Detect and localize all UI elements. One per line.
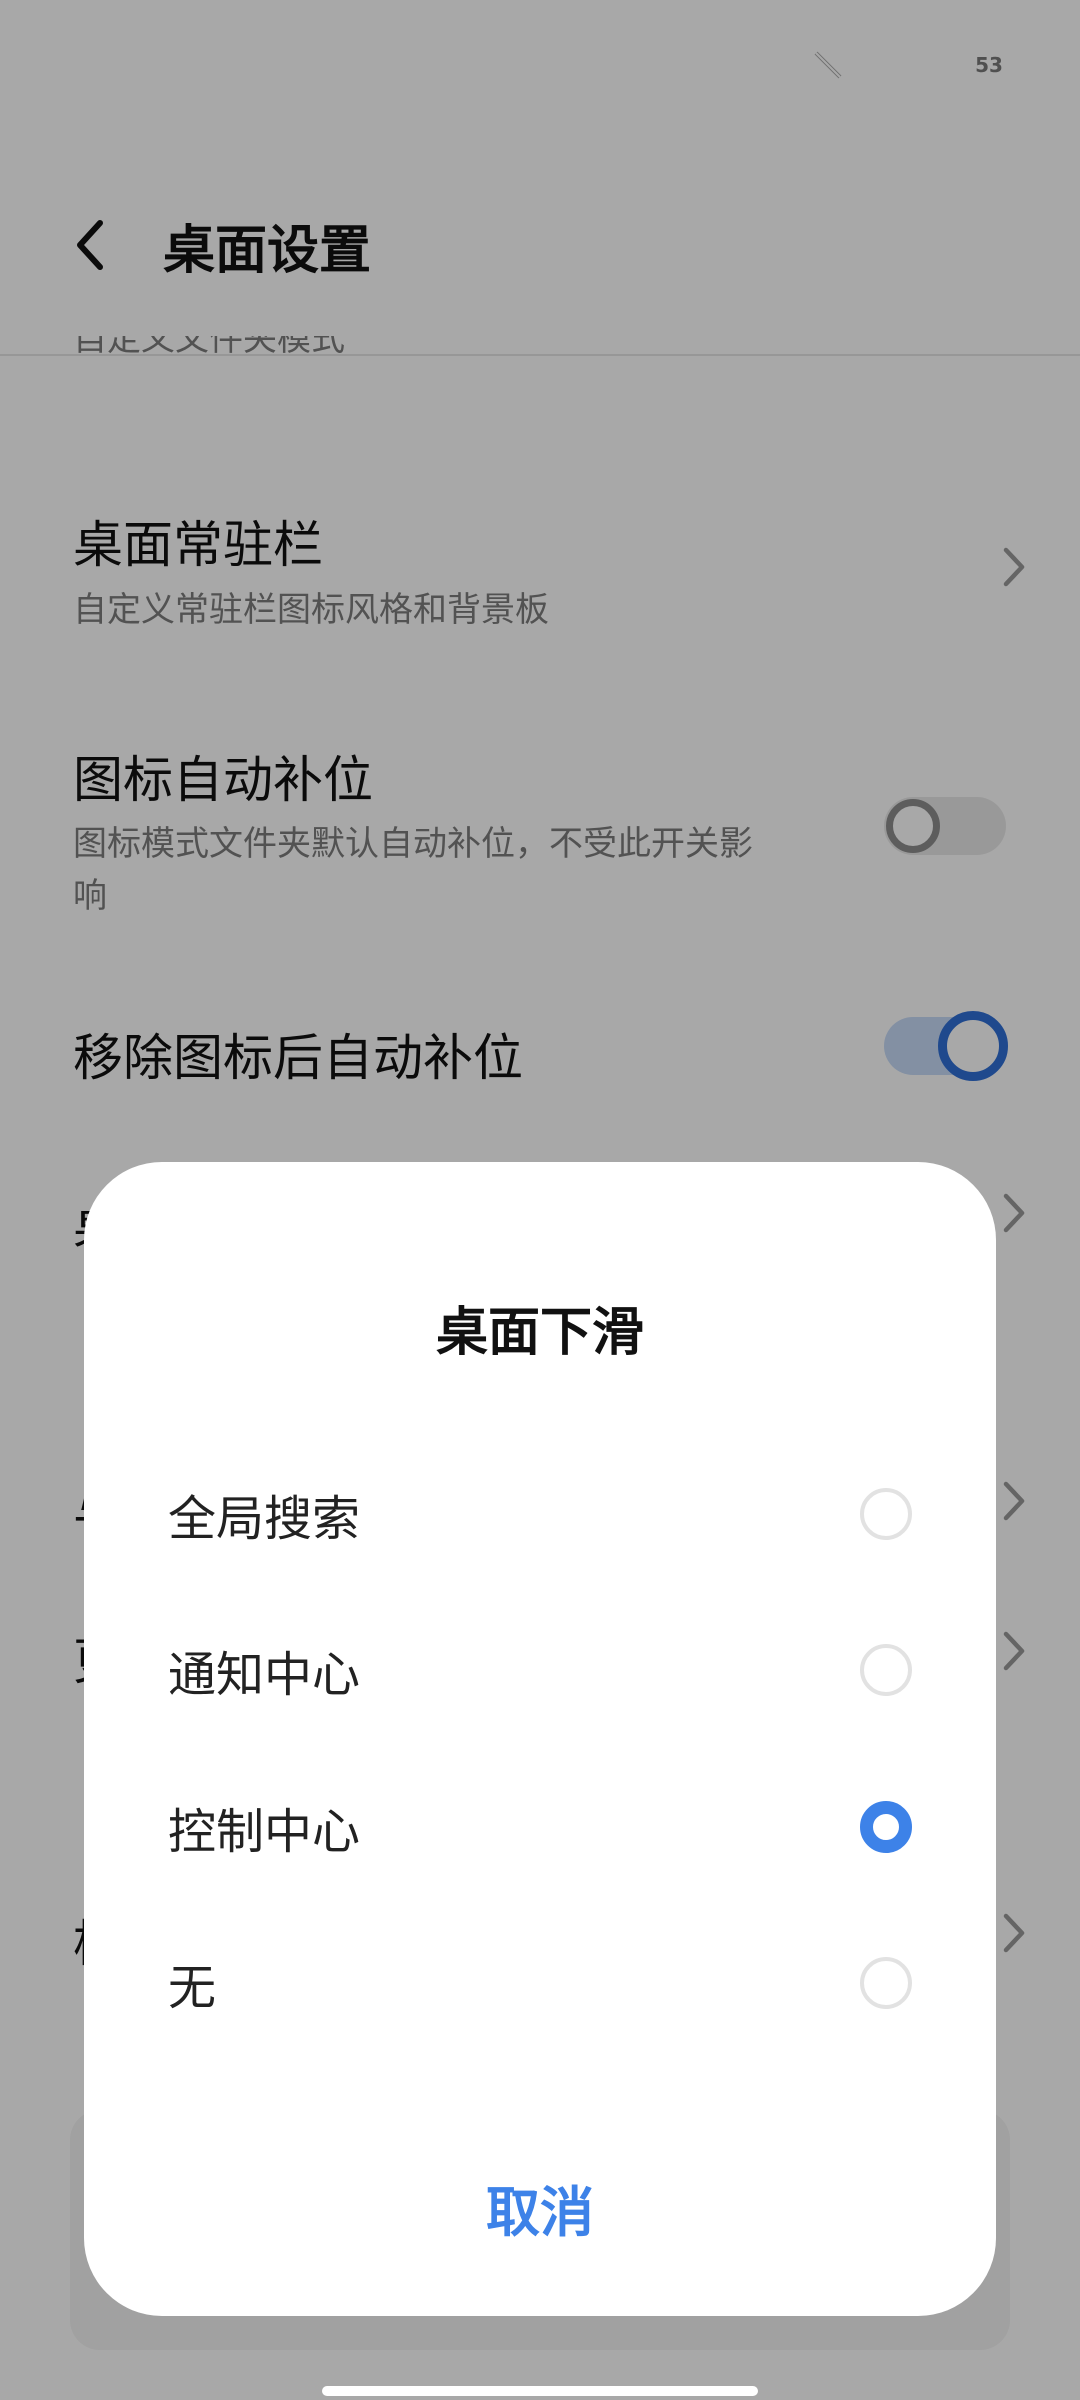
option-none[interactable]: 无 [84, 1908, 996, 2058]
option-control-center[interactable]: 控制中心 [84, 1752, 996, 1902]
home-indicator[interactable] [322, 2386, 758, 2396]
option-label: 控制中心 [168, 1804, 361, 1860]
swipe-down-dialog: 桌面下滑 全局搜索 通知中心 控制中心 无 取消 [84, 1162, 996, 2316]
option-global-search[interactable]: 全局搜索 [84, 1439, 996, 1589]
radio-button[interactable] [860, 1957, 912, 2009]
option-label: 通知中心 [168, 1647, 361, 1703]
option-notification-center[interactable]: 通知中心 [84, 1595, 996, 1745]
option-label: 无 [168, 1960, 217, 2016]
radio-button-selected[interactable] [860, 1801, 912, 1853]
option-label: 全局搜索 [168, 1491, 361, 1547]
radio-button[interactable] [860, 1488, 912, 1540]
radio-button[interactable] [860, 1644, 912, 1696]
dialog-title: 桌面下滑 [435, 1303, 644, 1363]
cancel-button[interactable]: 取消 [440, 2162, 640, 2252]
